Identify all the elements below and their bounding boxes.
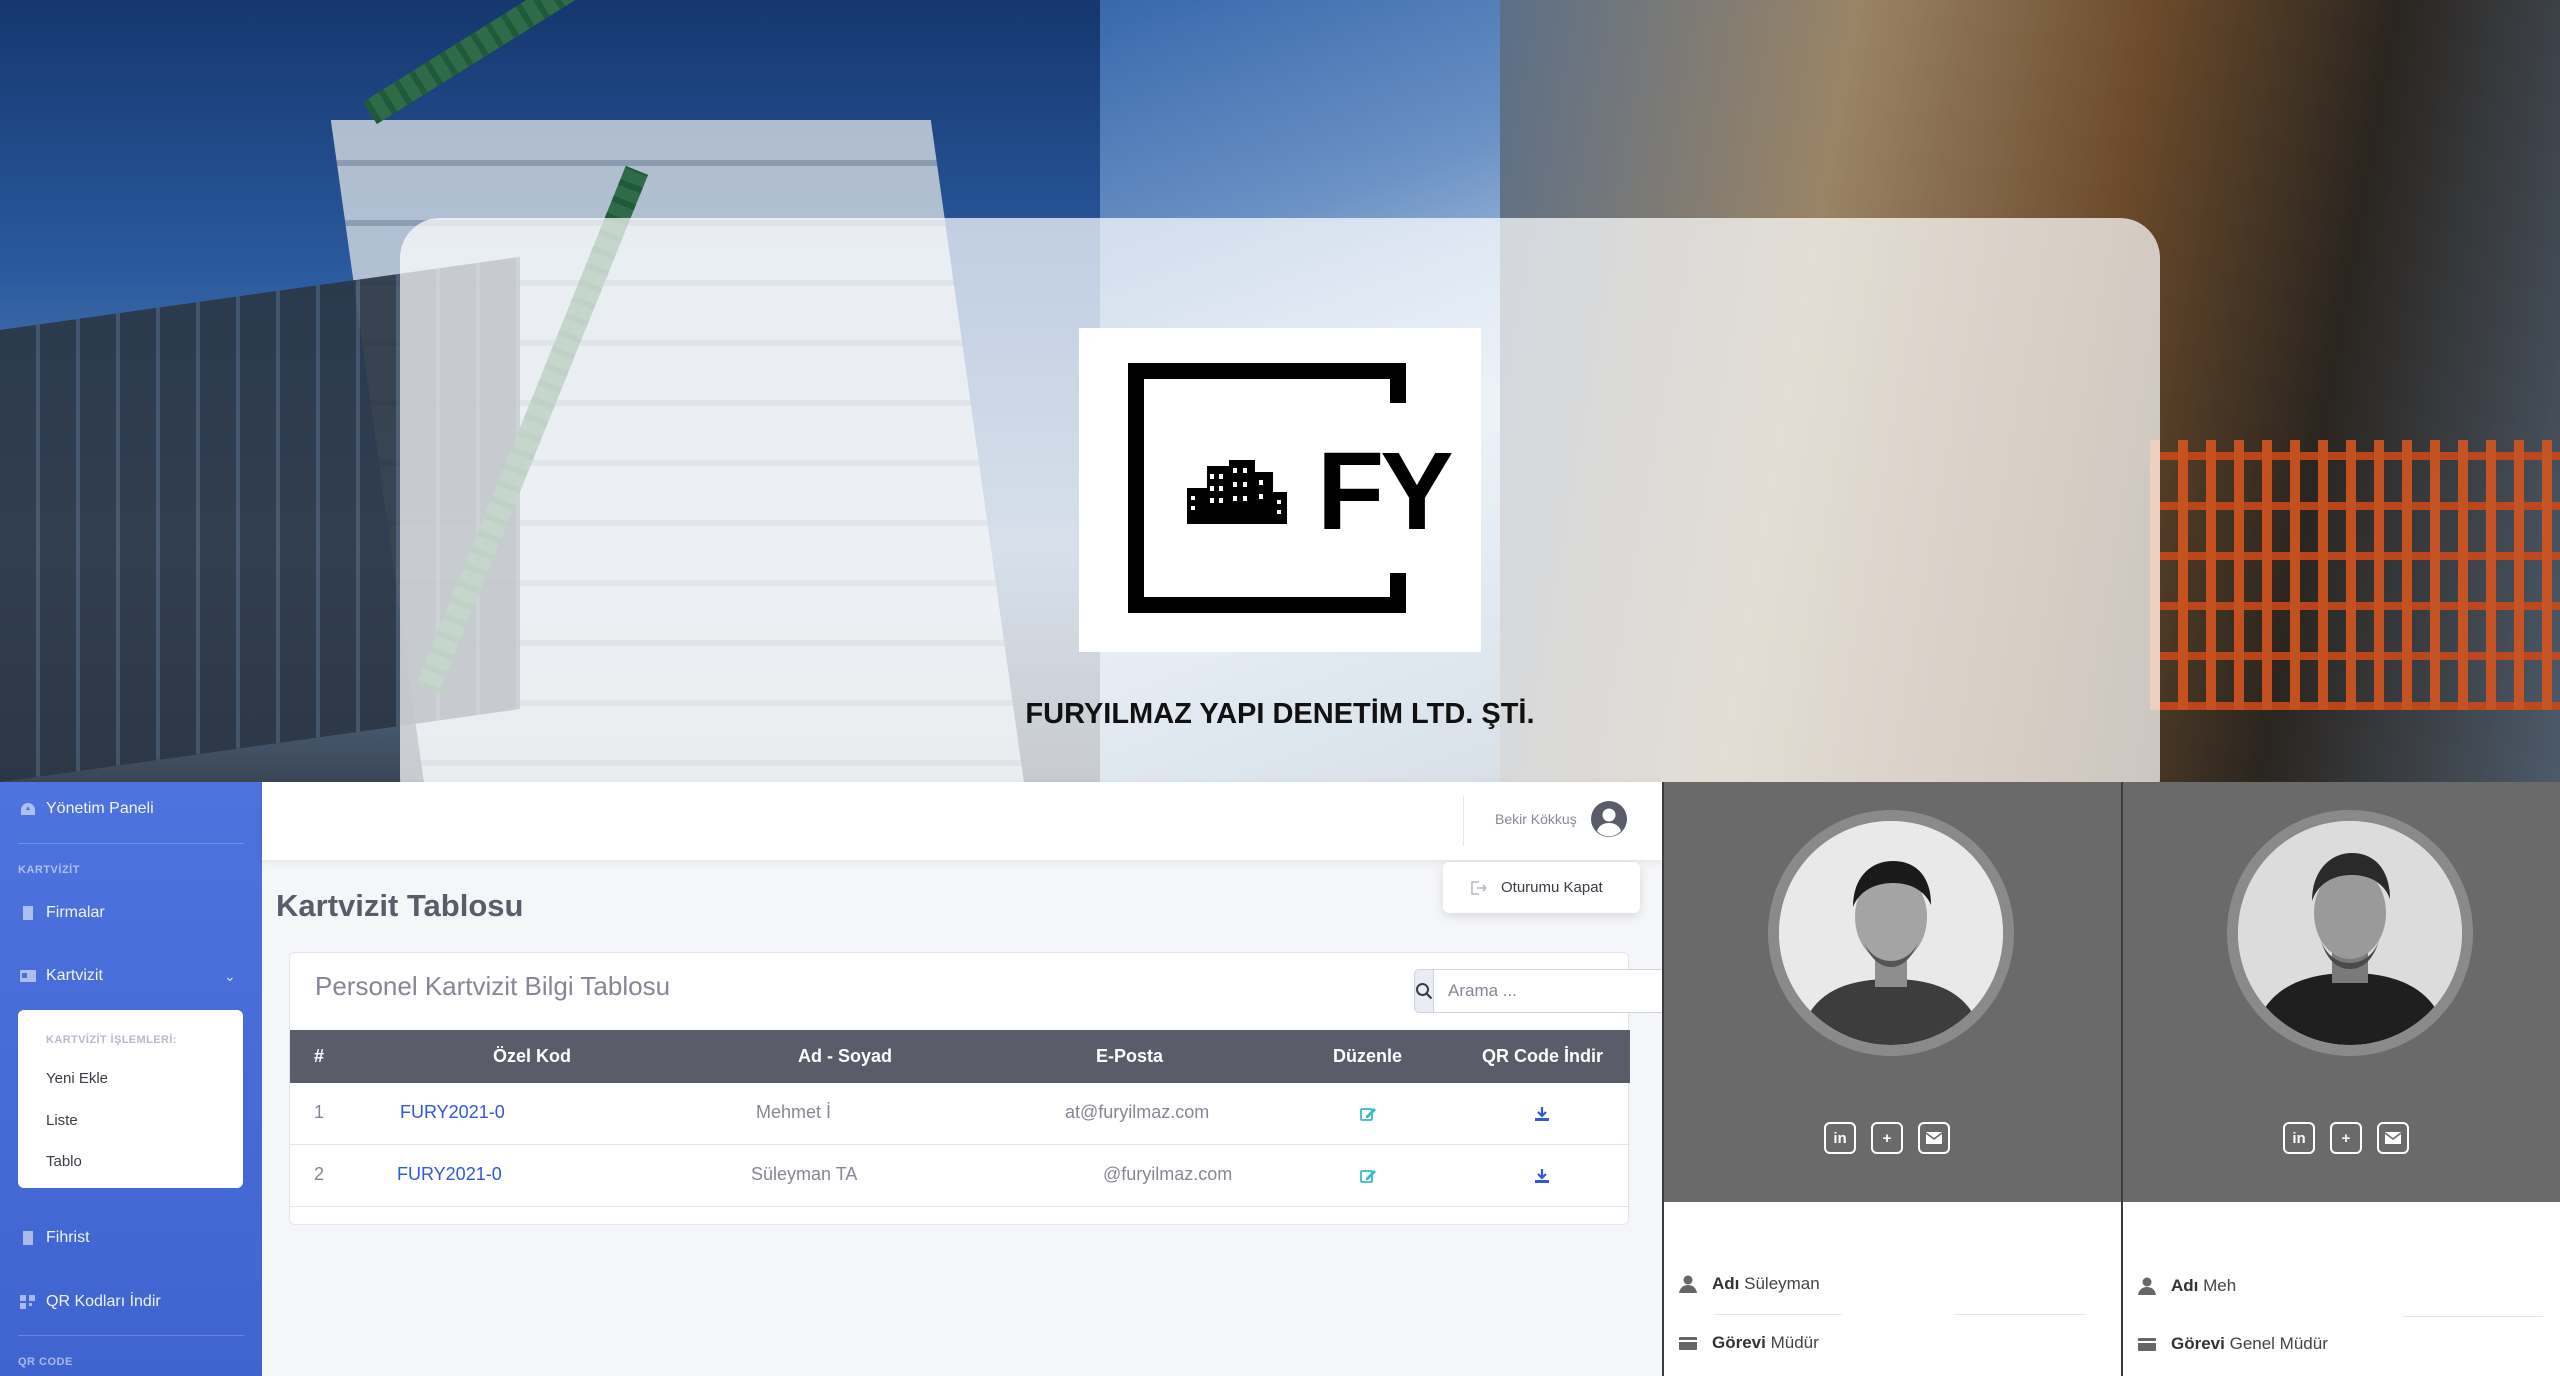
sidebar-heading-kartvizit: KARTVİZİT (18, 864, 80, 876)
sidebar-item-label: Fihrist (46, 1229, 90, 1246)
download-icon[interactable] (1533, 1167, 1551, 1185)
topbar: Bekir Kökkuş (262, 782, 1662, 860)
table-row: 1 FURY2021-0 Mehmet İ at@furyilmaz.com (290, 1083, 1630, 1145)
hero-scaffold (2150, 440, 2560, 710)
logo-building-icon (1187, 460, 1287, 524)
col-code: Özel Kod (493, 1046, 572, 1066)
company-name: FURYILMAZ YAPI DENETİM LTD. ŞTİ. (1025, 698, 1535, 730)
col-name: Ad - Soyad (798, 1046, 893, 1066)
book-icon (23, 1231, 33, 1245)
table-row: 2 FURY2021-0 Süleyman TA @furyilmaz.com (290, 1145, 1630, 1207)
sidebar-item-firmalar[interactable]: Firmalar (20, 904, 105, 922)
logo-text: FY (1317, 430, 1454, 553)
edit-icon[interactable] (1359, 1167, 1377, 1185)
profile-frame (2121, 782, 2560, 1376)
row-index: 1 (314, 1102, 325, 1122)
page-title: Kartvizit Tablosu (276, 888, 524, 923)
search-button[interactable] (1414, 969, 1433, 1013)
qrcode-icon (20, 1295, 35, 1309)
id-card-icon (20, 970, 36, 982)
logout-label: Oturumu Kapat (1501, 879, 1603, 896)
col-email: E-Posta (1096, 1046, 1164, 1066)
sidebar-item-kartvizit[interactable]: Kartvizit (20, 967, 103, 985)
card-title: Personel Kartvizit Bilgi Tablosu (315, 971, 671, 1001)
submenu-item-table[interactable]: Tablo (46, 1153, 82, 1170)
row-name: Mehmet İ (756, 1102, 832, 1122)
user-avatar-icon[interactable] (1590, 800, 1628, 838)
sidebar-item-fihrist[interactable]: Fihrist (20, 1229, 90, 1247)
search-icon (1416, 983, 1433, 1000)
sidebar-divider (18, 843, 244, 844)
col-qr: QR Code İndir (1482, 1046, 1603, 1066)
submenu-item-list[interactable]: Liste (46, 1112, 78, 1129)
sidebar-item-label: Firmalar (46, 904, 105, 921)
table-header: # Özel Kod Ad - Soyad E-Posta Düzenle QR… (290, 1030, 1630, 1083)
sign-out-icon (1471, 880, 1487, 895)
row-email: @furyilmaz.com (1103, 1164, 1233, 1184)
row-code-link[interactable]: FURY2021-0 (400, 1102, 505, 1123)
submenu-heading: KARTVİZİT İŞLEMLERİ: (46, 1034, 177, 1046)
row-index: 2 (314, 1164, 325, 1184)
dashboard-icon (21, 803, 35, 815)
company-logo: FY (1079, 328, 1481, 652)
col-edit: Düzenle (1333, 1046, 1403, 1066)
sidebar-item-label: Yönetim Paneli (46, 800, 154, 817)
sidebar-submenu: KARTVİZİT İŞLEMLERİ: Yeni Ekle Liste Tab… (18, 1010, 243, 1188)
sidebar-item-label: QR Kodları İndir (46, 1293, 161, 1310)
user-name[interactable]: Bekir Kökkuş (1495, 811, 1577, 827)
row-name: Süleyman TA (751, 1164, 858, 1184)
chevron-down-icon[interactable]: ⌄ (224, 968, 236, 985)
sidebar-divider (18, 1335, 244, 1336)
sidebar-item-label: Kartvizit (46, 967, 103, 984)
sidebar-heading-qr: QR CODE (18, 1356, 73, 1368)
sidebar-item-qr-download[interactable]: QR Kodları İndir (20, 1293, 161, 1311)
search-group (1414, 969, 1670, 1013)
topbar-divider (1463, 796, 1464, 846)
search-input[interactable] (1433, 969, 1670, 1013)
table-card: Personel Kartvizit Bilgi Tablosu # Özel … (289, 952, 1670, 1225)
logout-menu-item[interactable]: Oturumu Kapat (1443, 862, 1640, 913)
profile-card: in + Adı Meh Görevi Genel Müdür (2121, 782, 2560, 1376)
row-email: at@furyilmaz.com (1065, 1102, 1210, 1122)
row-code-link[interactable]: FURY2021-0 (397, 1164, 502, 1185)
col-index: # (314, 1046, 325, 1066)
edit-icon[interactable] (1359, 1105, 1377, 1123)
building-icon (23, 906, 33, 920)
download-icon[interactable] (1533, 1105, 1551, 1123)
sidebar-item-dashboard[interactable]: Yönetim Paneli (20, 800, 154, 818)
profile-frame (1662, 782, 2121, 1376)
submenu-item-new[interactable]: Yeni Ekle (46, 1070, 108, 1087)
profile-card: in + Adı Süleyman Görevi Müdür (1662, 782, 2121, 1376)
